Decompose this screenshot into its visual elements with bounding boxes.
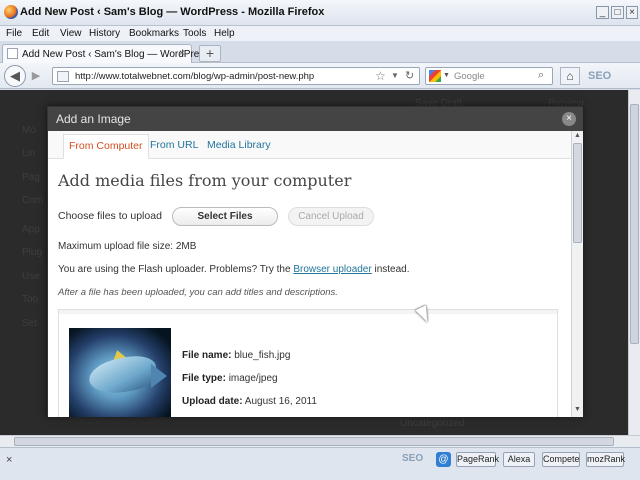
home-button[interactable]: ⌂ (560, 67, 580, 85)
close-window-button[interactable]: × (626, 6, 638, 19)
uploaded-file-item: File name: blue_fish.jpg File type: imag… (58, 309, 558, 417)
bg-sidebar-item: App (22, 224, 40, 235)
page-hscroll-thumb[interactable] (14, 437, 614, 446)
flash-uploader-notice: You are using the Flash uploader. Proble… (58, 264, 410, 275)
site-identity-icon[interactable] (57, 71, 69, 82)
firefox-logo-icon (4, 5, 18, 19)
add-image-dialog: Add an Image × From Computer From URL Me… (47, 106, 583, 417)
bg-sidebar-item: Pag (22, 172, 40, 183)
search-placeholder[interactable]: Google (454, 71, 485, 82)
media-tabs: From Computer From URL Media Library (48, 131, 571, 159)
max-upload-size: Maximum upload file size: 2MB (58, 241, 197, 252)
addon-mozrank[interactable]: mozRank (586, 452, 625, 467)
seo-status-label[interactable]: SEO (402, 453, 423, 464)
tab-from-url[interactable]: From URL (150, 139, 198, 151)
fish-body-shape (86, 352, 160, 398)
menu-help[interactable]: Help (214, 28, 235, 39)
bg-sidebar-item: Plug (22, 247, 43, 258)
bg-sidebar-item: Mo (22, 125, 36, 136)
window-titlebar: Add New Post ‹ Sam's Blog — WordPress - … (0, 0, 640, 26)
url-dropdown-icon[interactable]: ▼ (391, 71, 399, 80)
flash-notice-suffix: instead. (371, 264, 410, 275)
choose-files-label: Choose files to upload (58, 210, 162, 222)
url-text[interactable]: http://www.totalwebnet.com/blog/wp-admin… (75, 71, 314, 82)
file-type-value: image/jpeg (228, 373, 278, 384)
select-files-button[interactable]: Select Files (172, 207, 278, 226)
forward-button[interactable]: ▶ (28, 68, 44, 84)
menu-bookmarks[interactable]: Bookmarks (129, 28, 179, 39)
upload-heading: Add media files from your computer (58, 171, 352, 190)
cancel-upload-button[interactable]: Cancel Upload (288, 207, 374, 226)
status-bar: × SEO @ PageRank Alexa Compete mozRank (0, 447, 640, 480)
page-horizontal-scrollbar[interactable] (0, 435, 640, 447)
bg-sidebar-item: Set (22, 318, 38, 329)
menu-edit[interactable]: Edit (32, 28, 49, 39)
file-name-value: blue_fish.jpg (234, 350, 291, 361)
menu-history[interactable]: History (89, 28, 120, 39)
minimize-button[interactable]: _ (596, 6, 609, 19)
page-icon (7, 48, 18, 59)
menu-bar: File Edit View History Bookmarks Tools H… (0, 26, 640, 41)
page-vscroll-thumb[interactable] (630, 104, 639, 344)
dialog-close-button[interactable]: × (562, 112, 576, 126)
dialog-body: From Computer From URL Media Library Add… (48, 131, 571, 417)
after-upload-hint: After a file has been uploaded, you can … (58, 287, 338, 298)
menu-file[interactable]: File (6, 28, 22, 39)
dialog-header: Add an Image × (48, 107, 583, 131)
dialog-scrollbar[interactable]: ▲ ▼ (571, 131, 583, 417)
tab-bar: Add New Post ‹ Sam's Blog — WordPress × (0, 41, 640, 63)
fish-tail-shape (151, 364, 167, 388)
tab-media-library[interactable]: Media Library (207, 139, 271, 151)
flash-notice-prefix: You are using the Flash uploader. Proble… (58, 264, 294, 275)
new-tab-button[interactable]: + (199, 45, 221, 62)
reload-icon[interactable]: ↻ (405, 69, 414, 82)
at-icon[interactable]: @ (436, 452, 451, 467)
bg-category: Uncategorized (400, 418, 465, 429)
addon-alexa[interactable]: Alexa (503, 452, 535, 467)
file-type-row: File type: image/jpeg (182, 373, 278, 384)
bg-sidebar-item: Use (22, 271, 40, 282)
upload-date-label: Upload date: (182, 396, 243, 407)
scroll-up-icon[interactable]: ▲ (574, 132, 581, 139)
navigation-bar: ◀ ▶ http://www.totalwebnet.com/blog/wp-a… (0, 63, 640, 89)
browser-uploader-link[interactable]: Browser uploader (293, 264, 371, 275)
file-item-strip (59, 310, 557, 314)
statusbar-close-icon[interactable]: × (6, 454, 12, 466)
bg-sidebar-item: Too (22, 294, 39, 305)
upload-date-value: August 16, 2011 (244, 396, 317, 407)
back-button[interactable]: ◀ (4, 65, 26, 87)
search-icon[interactable]: ⌕ (538, 69, 544, 82)
address-bar[interactable]: http://www.totalwebnet.com/blog/wp-admin… (52, 67, 420, 85)
google-engine-icon[interactable] (429, 70, 441, 82)
image-thumbnail[interactable] (69, 328, 171, 417)
bookmark-star-icon[interactable]: ☆ (375, 69, 386, 83)
file-type-label: File type: (182, 373, 226, 384)
scroll-down-icon[interactable]: ▼ (574, 406, 581, 413)
dialog-title: Add an Image (56, 112, 131, 126)
browser-tab[interactable]: Add New Post ‹ Sam's Blog — WordPress × (2, 44, 209, 63)
addon-compete[interactable]: Compete (542, 452, 580, 467)
maximize-button[interactable]: □ (611, 6, 624, 19)
upload-date-row: Upload date: August 16, 2011 (182, 396, 317, 407)
bg-sidebar-item: Com (22, 195, 44, 206)
file-name-row: File name: blue_fish.jpg (182, 350, 290, 361)
addon-pagerank[interactable]: PageRank (456, 452, 499, 467)
seo-toolbar-button[interactable]: SEO (588, 67, 622, 85)
tab-from-computer[interactable]: From Computer (63, 134, 149, 159)
menu-tools[interactable]: Tools (183, 28, 206, 39)
window-title: Add New Post ‹ Sam's Blog — WordPress - … (20, 6, 325, 18)
tab-close-icon[interactable]: × (179, 48, 185, 59)
engine-dropdown-icon[interactable]: ▼ (443, 72, 450, 79)
bg-sidebar-item: Lin (22, 148, 36, 159)
page-vertical-scrollbar[interactable] (628, 90, 640, 435)
menu-view[interactable]: View (60, 28, 82, 39)
search-bar[interactable]: ▼ Google ⌕ (425, 67, 553, 85)
dialog-scroll-thumb[interactable] (573, 143, 582, 243)
file-name-label: File name: (182, 350, 232, 361)
